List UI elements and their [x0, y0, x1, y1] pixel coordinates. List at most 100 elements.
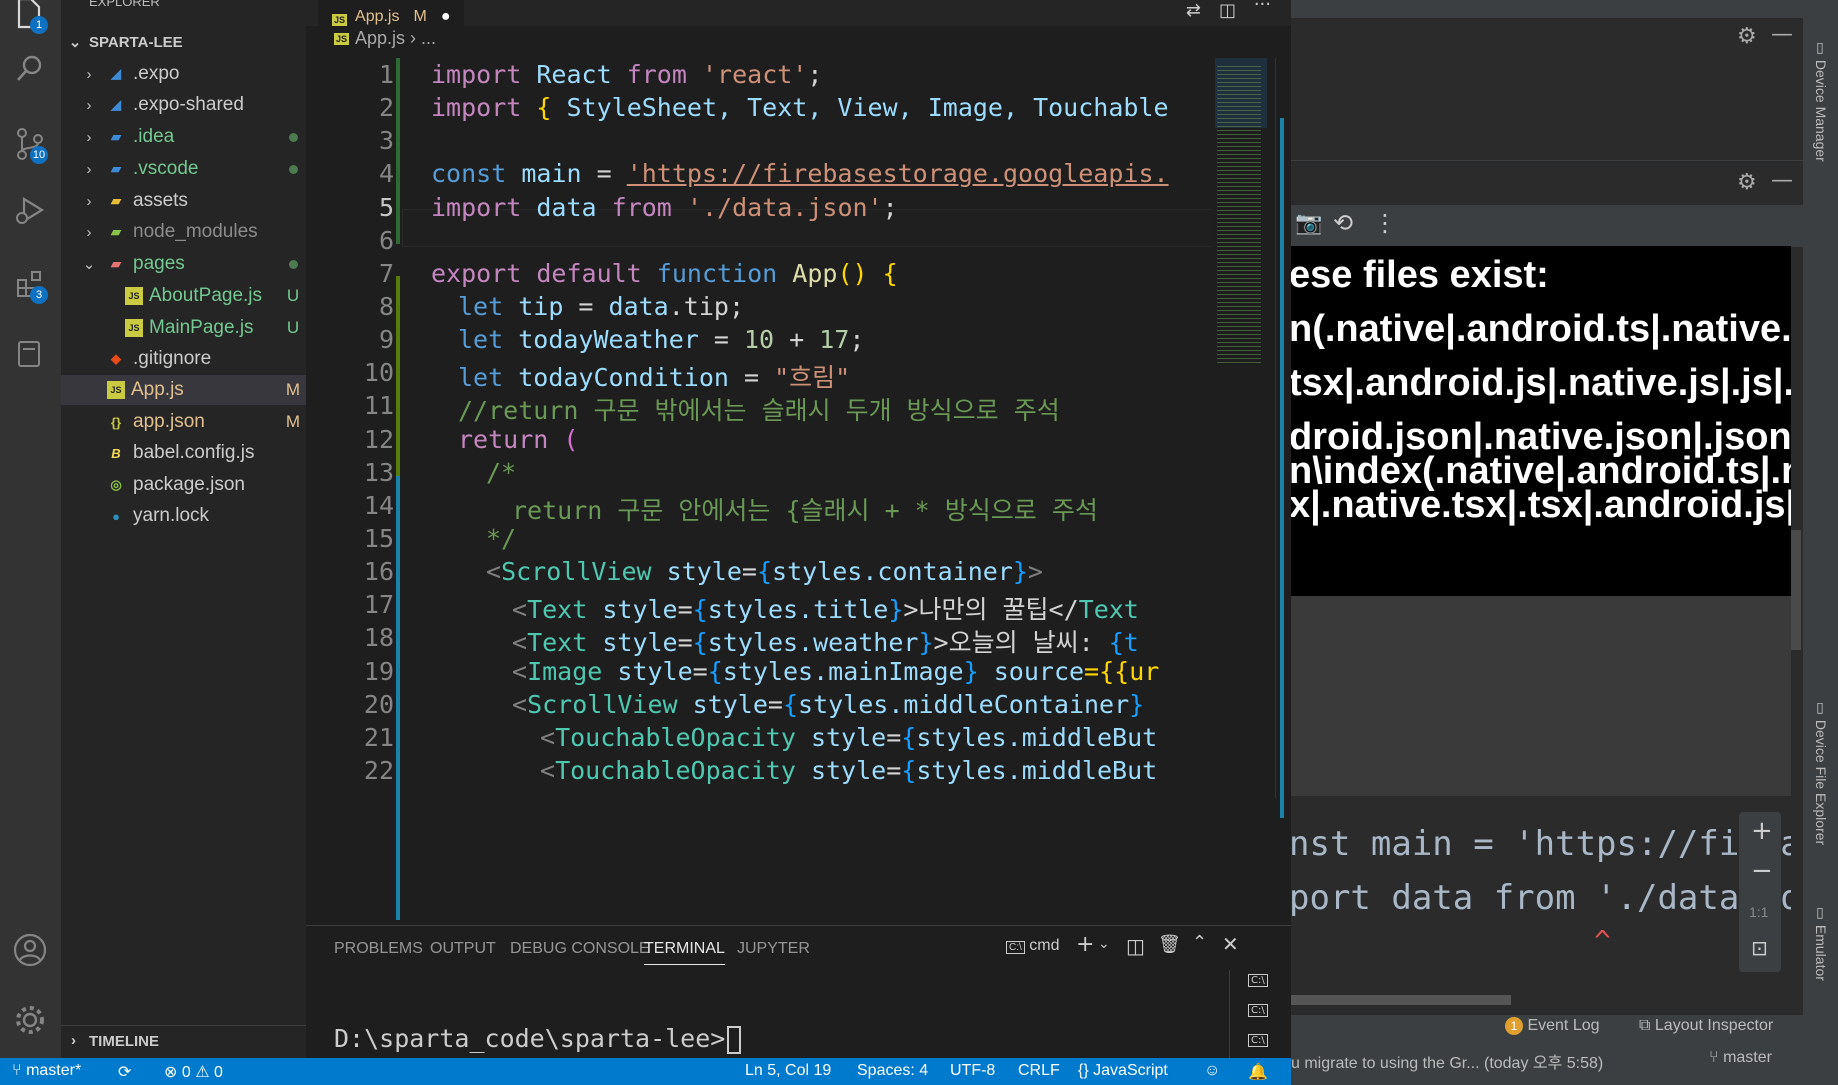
terminal-instance-icon[interactable]: C:\: [1248, 1004, 1268, 1017]
tree-item-mainpage[interactable]: JS MainPage.js U: [61, 313, 306, 343]
folder-node-icon: ▰: [111, 224, 121, 239]
notifications-bell-icon[interactable]: 🔔: [1248, 1062, 1268, 1082]
line-number: 2: [378, 93, 394, 122]
breadcrumb[interactable]: JS App.js › ...: [334, 28, 436, 49]
close-panel-icon[interactable]: ✕: [1222, 932, 1239, 956]
zoom-out-icon[interactable]: −: [1751, 856, 1773, 886]
code-line-10: let todayCondition = "흐림": [458, 363, 851, 392]
explorer-sidebar: EXPLORER ··· ⌄ SPARTA-LEE › ◢ .expo › ◢ …: [61, 0, 306, 1058]
terminal-instance-icon[interactable]: C:\: [1248, 974, 1268, 987]
tree-item-app-js[interactable]: JS App.js M: [61, 375, 306, 405]
encoding-status[interactable]: UTF-8: [950, 1062, 995, 1080]
device-manager-tab[interactable]: ▯ Device Manager: [1813, 40, 1829, 162]
tab-problems[interactable]: PROBLEMS: [334, 940, 423, 958]
yarn-file-icon: ●: [112, 508, 120, 524]
device-file-explorer-tab[interactable]: ▯ Device File Explorer: [1813, 700, 1829, 845]
tree-item-vscode[interactable]: › ▰ .vscode: [61, 154, 306, 184]
settings-gear-icon[interactable]: [8, 998, 52, 1042]
tab-terminal[interactable]: TERMINAL: [644, 940, 725, 965]
code-line-7: export default function App() {: [431, 259, 898, 288]
tree-item-pages[interactable]: ⌄ ▰ pages: [61, 249, 306, 279]
language-status[interactable]: {} JavaScript: [1078, 1062, 1168, 1080]
workspace-root[interactable]: ⌄ SPARTA-LEE: [61, 27, 306, 57]
eol-status[interactable]: CRLF: [1018, 1062, 1060, 1080]
line-number: 11: [363, 391, 394, 420]
unsaved-dot-icon[interactable]: ●: [441, 8, 451, 26]
tree-item-app-json[interactable]: {} app.json M: [61, 407, 306, 437]
maximize-panel-icon[interactable]: ⌃: [1192, 932, 1207, 953]
sync-icon[interactable]: ⟳: [118, 1062, 131, 1082]
tree-item-gitignore[interactable]: ◆ .gitignore: [61, 344, 306, 374]
line-number: 6: [378, 226, 394, 255]
terminal-list: C:\ C:\ C:\: [1229, 970, 1292, 1059]
minimize-icon[interactable]: —: [1771, 168, 1793, 193]
code-line-8: let tip = data.tip;: [458, 292, 745, 321]
tree-item-expo-shared[interactable]: › ◢ .expo-shared: [61, 90, 306, 120]
tree-item-aboutpage[interactable]: JS AboutPage.js U: [61, 281, 306, 311]
remote-explorer-icon[interactable]: [8, 332, 52, 376]
search-icon[interactable]: [8, 46, 52, 90]
new-terminal-icon[interactable]: +: [1076, 932, 1094, 957]
more-actions-icon[interactable]: ···: [268, 0, 286, 9]
minimap[interactable]: [1211, 58, 1273, 920]
chevron-down-icon[interactable]: ⌄: [1098, 936, 1110, 952]
code-line-20: <ScrollView style={styles.middleContaine…: [512, 690, 1145, 719]
extensions-badge: 3: [30, 286, 48, 304]
code-line-2: import { StyleSheet, Text, View, Image, …: [431, 93, 1169, 122]
vcs-branch[interactable]: ⑂ master: [1709, 1049, 1772, 1067]
emulator-scrollbar[interactable]: [1791, 530, 1801, 650]
tree-item-babel-config[interactable]: B babel.config.js: [61, 438, 306, 468]
android-toolbar: [1291, 0, 1803, 18]
extensions-icon[interactable]: 3: [8, 262, 52, 306]
branch-status[interactable]: ⑂ master*: [12, 1062, 81, 1080]
account-icon[interactable]: [8, 928, 52, 972]
device-icon: ▯: [1813, 700, 1829, 716]
code-editor[interactable]: 1 2 3 4 5 6 7 8 9 10 11 12 13 14 15 16 1…: [306, 58, 1211, 920]
tree-item-idea[interactable]: › ▰ .idea: [61, 122, 306, 152]
terminal-shell-selector[interactable]: C:\ cmd: [1006, 937, 1059, 955]
emulator-screen[interactable]: ese files exist: n(.native|.android.ts|.…: [1291, 246, 1791, 596]
camera-icon[interactable]: 📷: [1295, 211, 1322, 236]
terminal-instance-icon[interactable]: C:\: [1248, 1034, 1268, 1047]
timeline-section[interactable]: › TIMELINE: [61, 1025, 306, 1059]
tree-item-expo[interactable]: › ◢ .expo: [61, 59, 306, 89]
more-actions-icon[interactable]: ···: [1254, 0, 1271, 15]
tab-app-js[interactable]: JS App.js M ●: [318, 0, 465, 26]
problems-status[interactable]: ⊗ 0 ⚠ 0: [164, 1062, 223, 1082]
git-branch-icon: ⑂: [1709, 1049, 1719, 1066]
tree-item-package-json[interactable]: ◎ package.json: [61, 470, 306, 500]
tab-debug-console[interactable]: DEBUG CONSOLE: [510, 940, 650, 958]
event-log-button[interactable]: 1 Event Log: [1505, 1017, 1600, 1035]
zoom-reset[interactable]: 1:1: [1749, 904, 1768, 920]
chevron-right-icon: ›: [86, 128, 92, 146]
fit-screen-icon[interactable]: ⊡: [1751, 936, 1768, 960]
tab-jupyter[interactable]: JUPYTER: [737, 940, 810, 958]
minimize-icon[interactable]: —: [1771, 22, 1793, 47]
emulator-tab[interactable]: ▯ Emulator: [1813, 905, 1829, 981]
tree-item-yarn-lock[interactable]: ● yarn.lock: [61, 501, 306, 531]
trash-icon[interactable]: 🗑: [1158, 934, 1181, 955]
line-number: 14: [363, 491, 394, 520]
horizontal-scrollbar[interactable]: [1291, 995, 1511, 1005]
reset-icon[interactable]: ⟲: [1333, 209, 1353, 237]
explorer-icon[interactable]: 1: [8, 0, 52, 36]
gear-icon[interactable]: ⚙: [1737, 170, 1757, 195]
tree-item-assets[interactable]: › ▰ assets: [61, 186, 306, 216]
editor-scrollbar[interactable]: [1275, 58, 1290, 818]
cursor-position[interactable]: Ln 5, Col 19: [745, 1062, 831, 1080]
more-vertical-icon[interactable]: ⋮: [1373, 209, 1397, 237]
tree-item-node-modules[interactable]: › ▰ node_modules: [61, 217, 306, 247]
explorer-header: EXPLORER: [89, 0, 160, 9]
source-control-icon[interactable]: 10: [8, 122, 52, 166]
run-debug-icon[interactable]: [8, 188, 52, 232]
layout-inspector-button[interactable]: ⧉ Layout Inspector: [1639, 1017, 1773, 1035]
open-changes-icon[interactable]: ⇄: [1186, 0, 1201, 21]
gear-icon[interactable]: ⚙: [1737, 24, 1757, 49]
feedback-icon[interactable]: ☺: [1204, 1062, 1220, 1080]
split-editor-icon[interactable]: ◫: [1219, 0, 1236, 21]
indentation-status[interactable]: Spaces: 4: [857, 1062, 928, 1080]
tab-output[interactable]: OUTPUT: [430, 940, 496, 958]
terminal-output[interactable]: D:\sparta_code\sparta-lee>: [334, 1024, 742, 1054]
zoom-in-icon[interactable]: +: [1751, 816, 1773, 846]
split-terminal-icon[interactable]: ◫: [1126, 934, 1145, 958]
